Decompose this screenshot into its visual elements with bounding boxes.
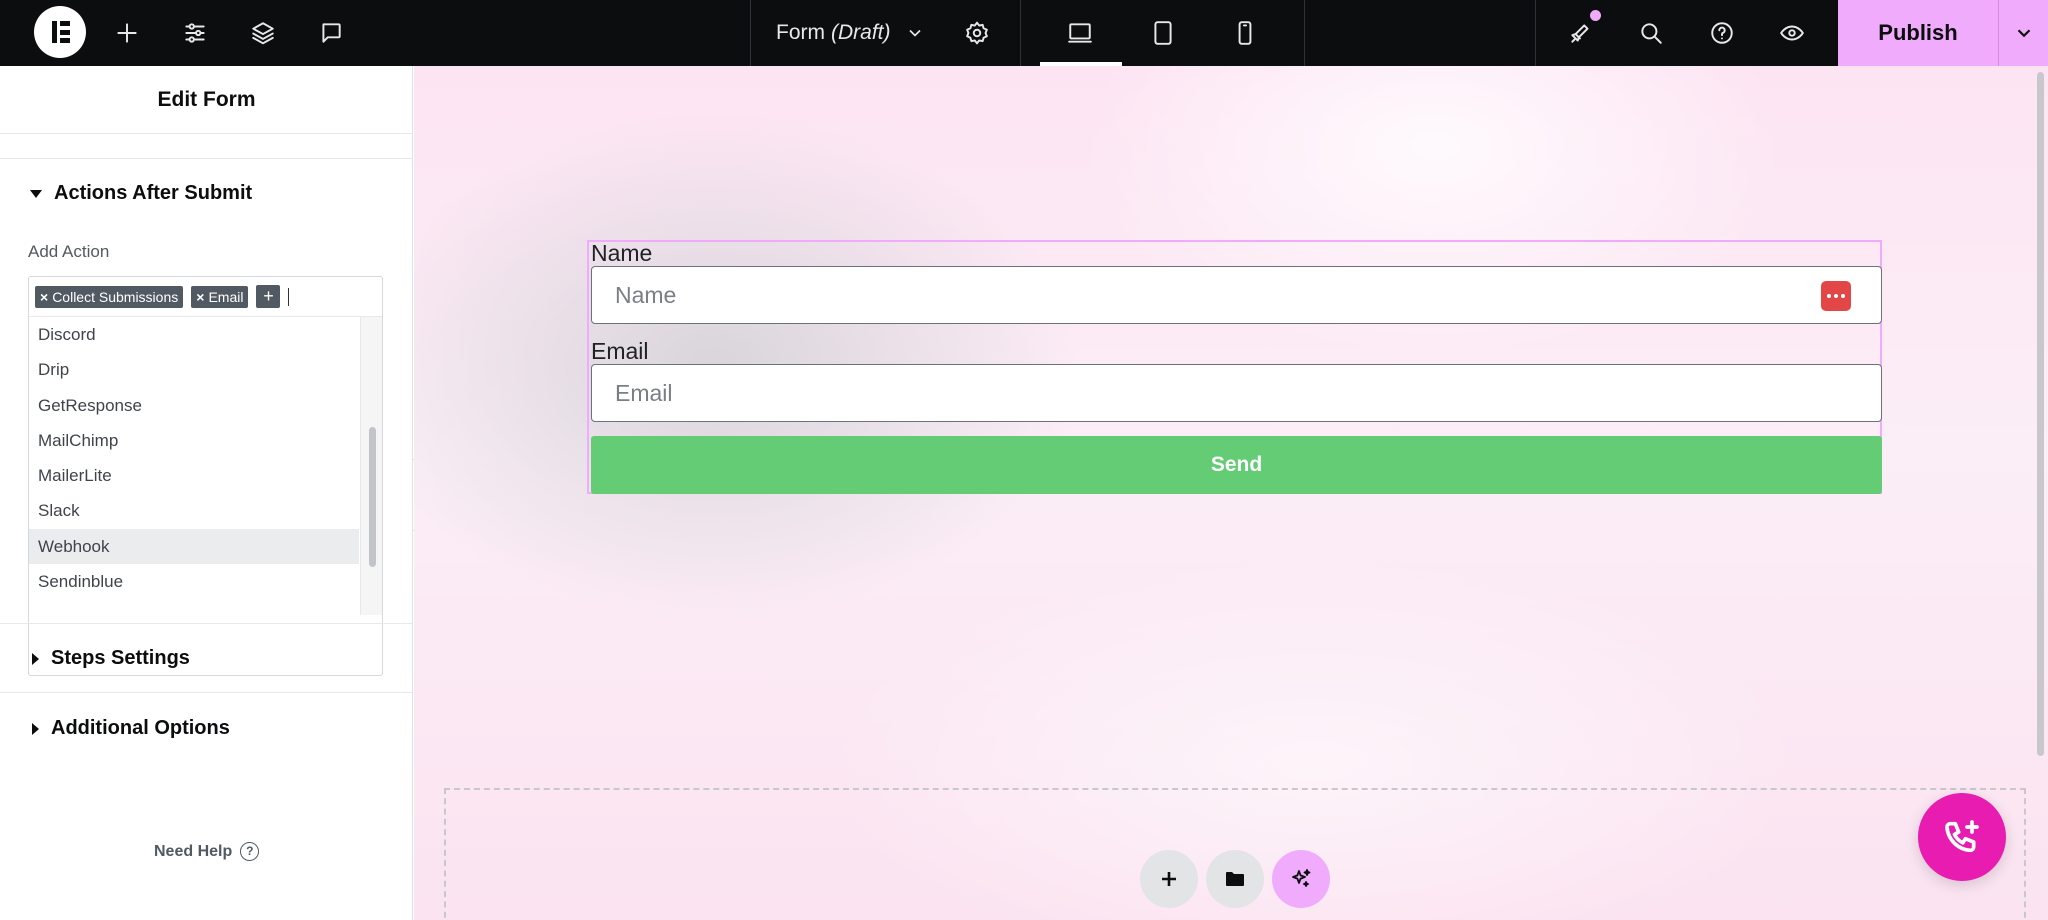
phone-plus-icon [1945, 820, 1979, 853]
add-action-label: Add Action [28, 242, 110, 261]
preview-canvas: Name Name Email Email Send [414, 66, 2048, 920]
caret-right-icon [32, 722, 39, 735]
caret-down-icon [30, 189, 42, 198]
add-template-button[interactable] [1206, 850, 1264, 908]
panel-title: Edit Form [0, 66, 413, 134]
tag-label: Collect Submissions [52, 288, 179, 305]
send-button[interactable]: Send [591, 436, 1882, 494]
site-settings-icon[interactable] [177, 15, 213, 51]
dropdown-options: Discord Drip GetResponse MailChimp Maile… [29, 317, 359, 615]
publish-options-button[interactable] [1998, 0, 2048, 66]
section-title: Actions After Submit [54, 182, 253, 204]
chevron-down-icon [2017, 29, 2030, 38]
add-tag-button[interactable]: + [256, 285, 281, 308]
preview-eye-icon[interactable] [1774, 15, 1810, 51]
option-webhook[interactable]: Webhook [29, 528, 359, 565]
email-placeholder: Email [615, 379, 673, 406]
document-name: Form [776, 21, 825, 44]
tablet-icon[interactable] [1145, 15, 1181, 51]
desktop-icon[interactable] [1062, 15, 1098, 51]
folder-icon [1226, 872, 1244, 886]
ai-generate-button[interactable] [1272, 850, 1330, 908]
publish-button[interactable]: Publish [1838, 0, 1998, 66]
section-actions-after-submit[interactable]: Actions After Submit [30, 182, 252, 205]
selected-tags: × Collect Submissions × Email + [29, 277, 382, 317]
canvas-scrollbar[interactable] [2037, 72, 2044, 756]
section-additional-options[interactable]: Additional Options [30, 717, 230, 740]
option-discord[interactable]: Discord [29, 317, 359, 352]
name-input[interactable]: Name [591, 266, 1882, 324]
page-settings-icon[interactable] [959, 15, 995, 51]
dropdown-scroll-thumb[interactable] [369, 427, 376, 567]
question-icon: ? [240, 842, 260, 861]
tag-collect-submissions[interactable]: × Collect Submissions [35, 285, 184, 308]
option-slack[interactable]: Slack [29, 493, 359, 528]
option-mailerlite[interactable]: MailerLite [29, 458, 359, 493]
name-placeholder: Name [615, 281, 677, 308]
add-element-icon[interactable] [109, 15, 145, 51]
comments-icon[interactable] [313, 15, 349, 51]
option-getresponse[interactable]: GetResponse [29, 388, 359, 423]
option-sendinblue[interactable]: Sendinblue [29, 564, 359, 599]
chevron-down-icon [908, 29, 921, 37]
finder-search-icon[interactable] [1633, 15, 1669, 51]
dropdown-scrollbar[interactable] [360, 317, 382, 615]
remove-tag-icon[interactable]: × [40, 289, 48, 305]
need-help-link[interactable]: Need Help ? [154, 842, 260, 861]
editor-panel: Edit Form Actions After Submit Add Actio… [0, 66, 413, 920]
contact-phone-fab[interactable] [1918, 793, 2006, 881]
remove-tag-icon[interactable]: × [196, 289, 204, 305]
help-icon[interactable] [1704, 15, 1740, 51]
form-widget[interactable]: Name Name Email Email Send [587, 240, 1882, 494]
email-input[interactable]: Email [591, 364, 1882, 422]
top-bar: Form (Draft) Publish [0, 0, 2048, 66]
mobile-icon[interactable] [1227, 15, 1263, 51]
tag-label: Email [208, 288, 244, 305]
email-field-label: Email [591, 338, 649, 364]
document-status: (Draft) [831, 21, 891, 44]
structure-layers-icon[interactable] [245, 15, 281, 51]
plus-icon [1162, 872, 1176, 886]
tag-email[interactable]: × Email [191, 285, 249, 308]
option-mailchimp[interactable]: MailChimp [29, 423, 359, 458]
elementor-logo-icon[interactable] [34, 6, 86, 58]
notification-dot [1590, 10, 1601, 21]
section-title: Steps Settings [51, 647, 190, 669]
sparkles-icon [1292, 869, 1311, 887]
document-title-dropdown[interactable]: Form (Draft) [776, 0, 925, 66]
caret-right-icon [32, 652, 39, 665]
name-field-label: Name [591, 240, 653, 266]
text-cursor [288, 287, 290, 306]
add-action-select[interactable]: × Collect Submissions × Email + Discord … [28, 276, 383, 676]
add-section-button[interactable] [1140, 850, 1198, 908]
section-title: Additional Options [51, 717, 230, 739]
password-manager-icon[interactable] [1821, 281, 1851, 311]
need-help-label: Need Help [154, 842, 233, 860]
option-drip[interactable]: Drip [29, 352, 359, 387]
section-steps-settings[interactable]: Steps Settings [30, 647, 190, 670]
